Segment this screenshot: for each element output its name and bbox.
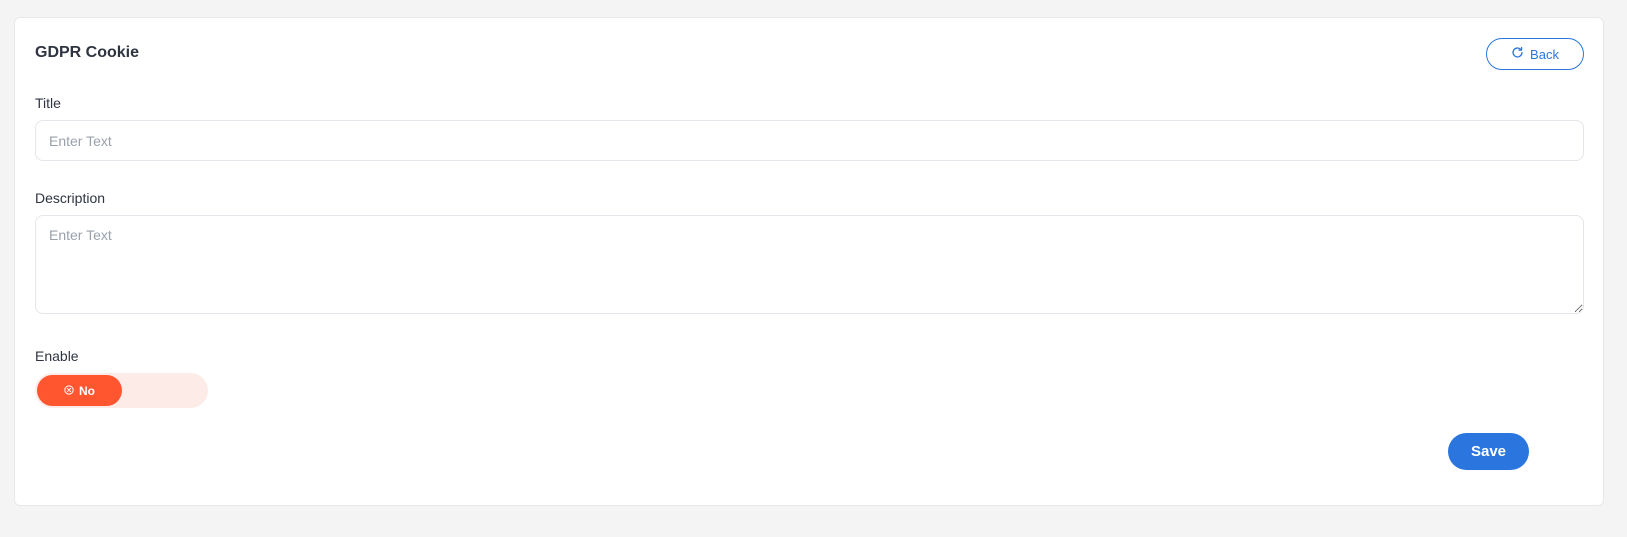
enable-toggle[interactable]: No xyxy=(35,373,208,408)
refresh-icon xyxy=(1511,46,1524,62)
close-circle-icon xyxy=(64,384,74,398)
save-button[interactable]: Save xyxy=(1448,433,1529,470)
enable-toggle-knob: No xyxy=(37,375,122,406)
enable-label: Enable xyxy=(35,348,79,364)
back-button-label: Back xyxy=(1530,46,1559,62)
page-title: GDPR Cookie xyxy=(35,44,140,61)
description-label: Description xyxy=(35,190,106,206)
gdpr-cookie-card: GDPR Cookie Back Title Description Enabl… xyxy=(14,17,1604,506)
enable-toggle-label: No xyxy=(79,383,95,398)
title-label: Title xyxy=(35,95,61,111)
back-button[interactable]: Back xyxy=(1486,38,1584,70)
description-textarea[interactable] xyxy=(35,215,1584,314)
title-input[interactable] xyxy=(35,120,1584,161)
